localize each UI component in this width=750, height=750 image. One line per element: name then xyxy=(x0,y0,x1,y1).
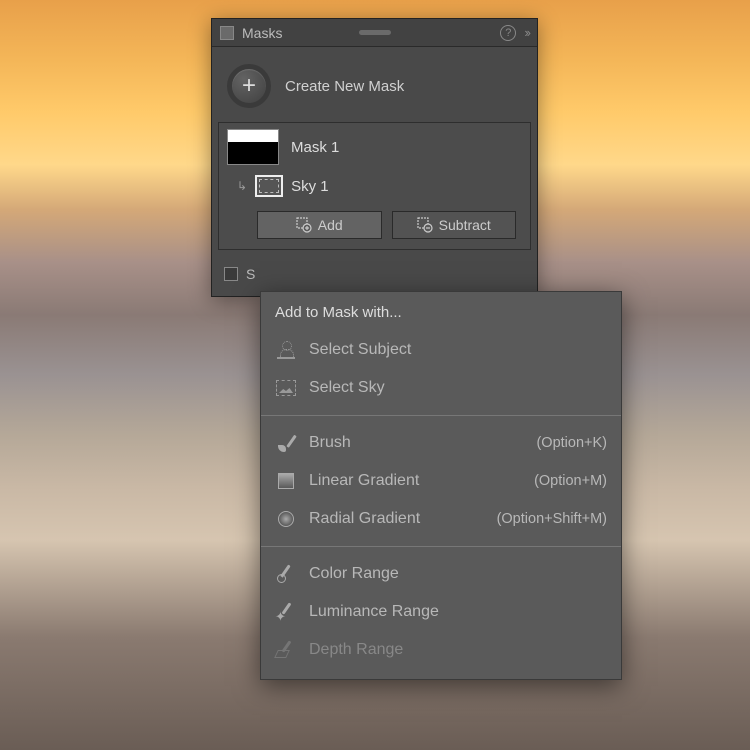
menu-item-select-sky[interactable]: Select Sky xyxy=(261,369,621,407)
masks-panel-icon xyxy=(220,26,234,40)
mask-item-1[interactable]: Mask 1 xyxy=(219,123,530,171)
mask-list: Mask 1 ↳ Sky 1 Add xyxy=(218,122,531,250)
menu-item-depth-range: Depth Range xyxy=(261,631,621,669)
depth-range-icon xyxy=(275,639,297,661)
subtract-button[interactable]: Subtract xyxy=(392,211,517,239)
mask-thumbnail[interactable] xyxy=(227,129,279,165)
color-range-icon xyxy=(275,563,297,585)
menu-item-label: Color Range xyxy=(309,565,399,583)
component-name: Sky 1 xyxy=(291,178,329,195)
select-sky-icon xyxy=(275,377,297,399)
child-arrow-icon: ↳ xyxy=(237,179,247,193)
subtract-button-label: Subtract xyxy=(439,217,491,233)
menu-item-brush[interactable]: Brush (Option+K) xyxy=(261,424,621,462)
menu-shortcut: (Option+M) xyxy=(534,473,607,489)
drag-handle[interactable] xyxy=(359,30,391,35)
luminance-range-icon xyxy=(275,601,297,623)
menu-item-label: Depth Range xyxy=(309,641,403,659)
create-mask-label: Create New Mask xyxy=(285,78,404,95)
show-overlay-label: S xyxy=(246,266,255,282)
mask-component-sky[interactable]: ↳ Sky 1 xyxy=(219,171,530,205)
select-subject-icon xyxy=(275,339,297,361)
radial-gradient-icon xyxy=(275,508,297,530)
subtract-icon xyxy=(417,217,433,233)
menu-item-select-subject[interactable]: Select Subject xyxy=(261,331,621,369)
plus-icon: + xyxy=(242,74,256,98)
popup-title: Add to Mask with... xyxy=(261,292,621,331)
menu-separator xyxy=(261,415,621,416)
panel-titlebar[interactable]: Masks ? ›› xyxy=(212,19,537,47)
brush-icon xyxy=(275,432,297,454)
menu-item-label: Radial Gradient xyxy=(309,510,420,528)
create-new-mask-row[interactable]: + Create New Mask xyxy=(215,50,534,122)
menu-item-radial-gradient[interactable]: Radial Gradient (Option+Shift+M) xyxy=(261,500,621,538)
menu-separator xyxy=(261,546,621,547)
panel-footer: S xyxy=(212,256,537,296)
menu-item-label: Brush xyxy=(309,434,351,452)
mask-action-row: Add Subtract xyxy=(219,205,530,249)
masks-panel[interactable]: Masks ? ›› + Create New Mask Mask 1 ↳ Sk… xyxy=(211,18,538,297)
add-button[interactable]: Add xyxy=(257,211,382,239)
menu-item-label: Select Sky xyxy=(309,379,385,397)
add-to-mask-menu: Add to Mask with... Select Subject Selec… xyxy=(260,291,622,680)
mask-name: Mask 1 xyxy=(291,139,339,156)
panel-title: Masks xyxy=(242,25,282,41)
menu-item-linear-gradient[interactable]: Linear Gradient (Option+M) xyxy=(261,462,621,500)
sky-component-icon xyxy=(255,175,283,197)
show-overlay-checkbox[interactable] xyxy=(224,267,238,281)
menu-shortcut: (Option+Shift+M) xyxy=(497,511,607,527)
menu-item-label: Select Subject xyxy=(309,341,411,359)
mask-thumbnail-preview xyxy=(228,130,278,142)
add-icon xyxy=(296,217,312,233)
menu-item-label: Linear Gradient xyxy=(309,472,419,490)
menu-item-color-range[interactable]: Color Range xyxy=(261,555,621,593)
expand-icon[interactable]: ›› xyxy=(524,25,529,40)
menu-item-luminance-range[interactable]: Luminance Range xyxy=(261,593,621,631)
linear-gradient-icon xyxy=(275,470,297,492)
panel-body: + Create New Mask Mask 1 ↳ Sky 1 xyxy=(212,47,537,256)
menu-item-label: Luminance Range xyxy=(309,603,439,621)
create-mask-button[interactable]: + xyxy=(227,64,271,108)
help-icon[interactable]: ? xyxy=(500,25,516,41)
add-button-label: Add xyxy=(318,217,343,233)
menu-shortcut: (Option+K) xyxy=(536,435,607,451)
